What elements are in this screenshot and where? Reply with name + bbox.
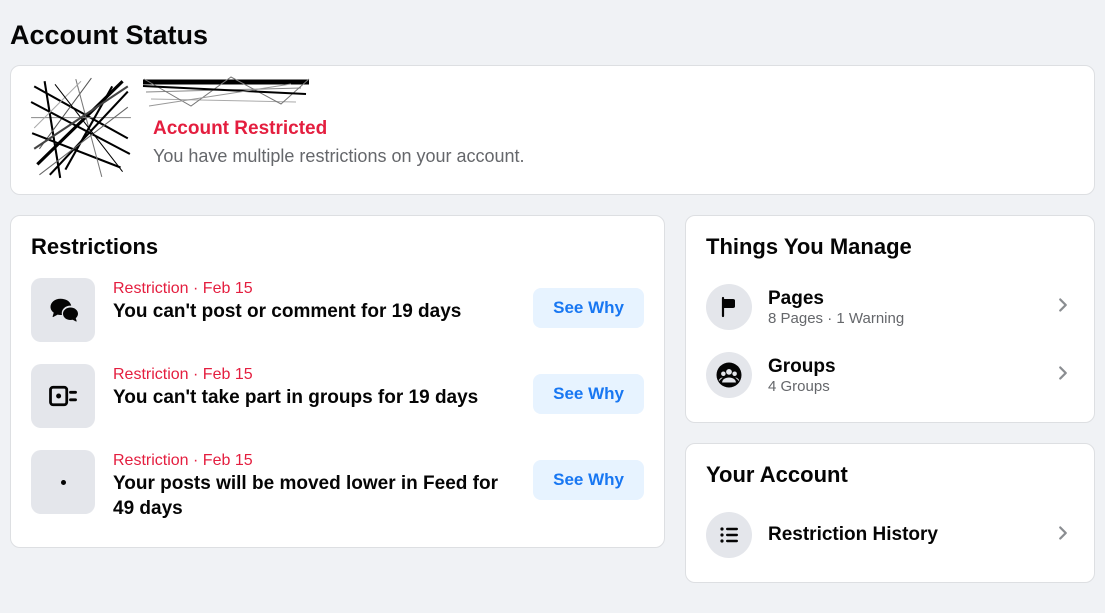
restriction-item: Restriction · Feb 15 You can't post or c… — [31, 278, 644, 342]
group-feed-icon — [31, 364, 95, 428]
chevron-right-icon — [1052, 362, 1074, 389]
your-account-heading: Your Account — [706, 462, 1074, 488]
your-account-card: Your Account Restriction History — [685, 443, 1095, 583]
things-you-manage-card: Things You Manage Pages 8 Pages · 1 Warn… — [685, 215, 1095, 423]
feed-lower-icon — [31, 450, 95, 514]
flag-icon — [706, 284, 752, 330]
see-why-button[interactable]: See Why — [533, 374, 644, 414]
chevron-right-icon — [1052, 294, 1074, 321]
manage-item-title: Pages — [768, 288, 1036, 310]
manage-item-sub: 8 Pages · 1 Warning — [768, 310, 1036, 327]
restriction-history-item[interactable]: Restriction History — [706, 506, 1074, 564]
manage-item-groups[interactable]: Groups 4 Groups — [706, 346, 1074, 404]
restriction-title: You can't post or comment for 19 days — [113, 300, 515, 325]
comment-icon — [31, 278, 95, 342]
manage-item-title: Groups — [768, 356, 1036, 378]
chevron-right-icon — [1052, 522, 1074, 549]
page-title: Account Status — [10, 20, 1095, 51]
manage-heading: Things You Manage — [706, 234, 1074, 260]
manage-item-sub: 4 Groups — [768, 378, 1036, 395]
restriction-meta: Restriction · Feb 15 — [113, 452, 515, 470]
profile-picture — [29, 76, 133, 180]
status-subtext: You have multiple restrictions on your a… — [153, 146, 525, 167]
manage-item-pages[interactable]: Pages 8 Pages · 1 Warning — [706, 278, 1074, 336]
see-why-button[interactable]: See Why — [533, 288, 644, 328]
account-status-card: Account Restricted You have multiple res… — [10, 65, 1095, 195]
restriction-meta: Restriction · Feb 15 — [113, 280, 515, 298]
restriction-title: You can't take part in groups for 19 day… — [113, 386, 515, 411]
restriction-title: Your posts will be moved lower in Feed f… — [113, 472, 515, 521]
restrictions-heading: Restrictions — [31, 234, 644, 260]
restriction-item: Restriction · Feb 15 You can't take part… — [31, 364, 644, 428]
see-why-button[interactable]: See Why — [533, 460, 644, 500]
status-heading: Account Restricted — [153, 118, 525, 140]
groups-icon — [706, 352, 752, 398]
restriction-meta: Restriction · Feb 15 — [113, 366, 515, 384]
restriction-history-title: Restriction History — [768, 524, 1036, 546]
restriction-item: Restriction · Feb 15 Your posts will be … — [31, 450, 644, 521]
restrictions-card: Restrictions Restriction · Feb 15 You ca… — [10, 215, 665, 548]
list-icon — [706, 512, 752, 558]
